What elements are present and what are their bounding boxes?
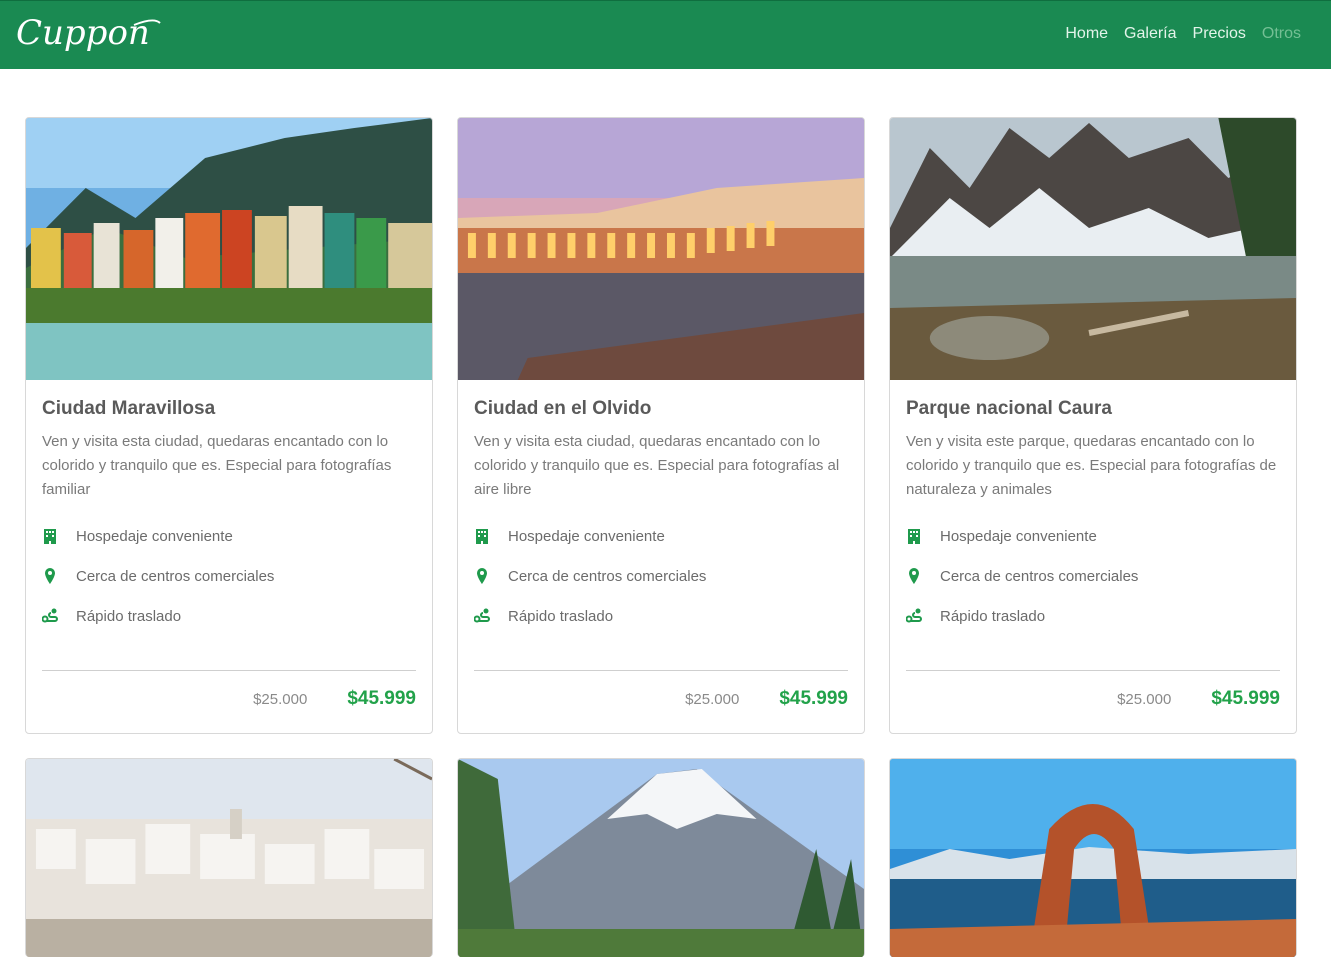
feature-list: Hospedaje conveniente Cerca de centros c… <box>474 516 848 636</box>
card-description: Ven y visita esta ciudad, quedaras encan… <box>474 433 840 498</box>
feature-label: Cerca de centros comerciales <box>508 567 707 585</box>
old-price: $25.000 <box>1117 690 1172 708</box>
destination-card <box>457 758 865 957</box>
feature-list: Hospedaje conveniente Cerca de centros c… <box>906 516 1280 636</box>
feature-item: Cerca de centros comerciales <box>906 556 1280 596</box>
top-navbar: Cuppon Home Galería Precios Otros <box>0 0 1331 69</box>
card-image-palace-plaza <box>458 118 864 380</box>
route-icon <box>906 608 940 624</box>
feature-label: Rápido traslado <box>940 607 1046 625</box>
nav-link-otros[interactable]: Otros <box>1262 25 1301 43</box>
card-image-mountain-lake <box>890 118 1296 380</box>
nav-link-precios[interactable]: Precios <box>1193 25 1246 43</box>
price-row: $25.000 $45.999 <box>906 671 1280 727</box>
feature-label: Rápido traslado <box>508 607 614 625</box>
card-description: Ven y visita esta ciudad, quedaras encan… <box>42 433 392 498</box>
card-title: Ciudad en el Olvido <box>474 398 652 419</box>
destination-card: Ciudad en el Olvido Ven y visita esta ci… <box>457 117 865 734</box>
destination-card: Parque nacional Caura Ven y visita este … <box>889 117 1297 734</box>
feature-label: Cerca de centros comerciales <box>940 567 1139 585</box>
feature-item: Hospedaje conveniente <box>474 516 848 556</box>
route-icon <box>474 608 508 624</box>
feature-item: Cerca de centros comerciales <box>474 556 848 596</box>
destination-card: Ciudad Maravillosa Ven y visita esta ciu… <box>25 117 433 734</box>
card-image-snow-volcano <box>458 759 864 957</box>
destination-card <box>25 758 433 957</box>
feature-item: Hospedaje conveniente <box>906 516 1280 556</box>
current-price: $45.999 <box>1211 688 1280 709</box>
map-pin-icon <box>906 568 940 584</box>
feature-label: Hospedaje conveniente <box>508 527 665 545</box>
price-row: $25.000 $45.999 <box>42 671 416 727</box>
card-title: Ciudad Maravillosa <box>42 398 216 419</box>
brand-logo-script: Cuppon <box>16 13 161 53</box>
nav-link-home[interactable]: Home <box>1065 25 1108 43</box>
route-icon <box>42 608 76 624</box>
current-price: $45.999 <box>347 688 416 709</box>
card-image-stone-arch <box>890 759 1296 957</box>
feature-label: Cerca de centros comerciales <box>76 567 275 585</box>
feature-list: Hospedaje conveniente Cerca de centros c… <box>42 516 416 636</box>
feature-item: Rápido traslado <box>474 596 848 636</box>
nav-link-galeria[interactable]: Galería <box>1124 25 1176 43</box>
current-price: $45.999 <box>779 688 848 709</box>
map-pin-icon <box>474 568 508 584</box>
price-row: $25.000 $45.999 <box>474 671 848 727</box>
old-price: $25.000 <box>685 690 740 708</box>
card-image-city-colorful <box>26 118 432 380</box>
feature-label: Hospedaje conveniente <box>76 527 233 545</box>
building-icon <box>906 528 940 544</box>
nav-links: Home Galería Precios Otros <box>1065 25 1301 43</box>
map-pin-icon <box>42 568 76 584</box>
feature-label: Rápido traslado <box>76 607 182 625</box>
card-title: Parque nacional Caura <box>906 398 1112 419</box>
card-image-white-village <box>26 759 432 957</box>
feature-label: Hospedaje conveniente <box>940 527 1097 545</box>
feature-item: Rápido traslado <box>906 596 1280 636</box>
feature-item: Hospedaje conveniente <box>42 516 416 556</box>
destination-card <box>889 758 1297 957</box>
feature-item: Cerca de centros comerciales <box>42 556 416 596</box>
old-price: $25.000 <box>253 690 308 708</box>
building-icon <box>474 528 508 544</box>
feature-item: Rápido traslado <box>42 596 416 636</box>
brand-logo[interactable]: Cuppon <box>14 11 164 59</box>
svg-text:Cuppon: Cuppon <box>16 13 150 53</box>
card-description: Ven y visita este parque, quedaras encan… <box>906 433 1277 498</box>
building-icon <box>42 528 76 544</box>
